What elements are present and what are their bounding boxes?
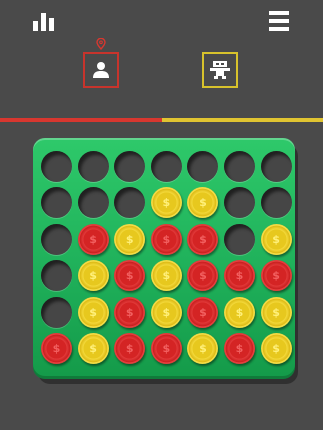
red-coin[interactable]: $ — [150, 223, 182, 255]
game-board[interactable]: $ $ $ $ $ $ $ $ $ $ $ $ $ $ $ $ $ $ $ $ $ $ $ $ $ $ — [33, 138, 295, 379]
player-human-slot — [83, 52, 119, 88]
coin-symbol: $ — [162, 342, 171, 355]
coin-symbol: $ — [89, 232, 97, 246]
yellow-coin[interactable]: $ — [77, 260, 109, 292]
yellow-coin[interactable]: $ — [260, 223, 292, 255]
empty-slot[interactable] — [41, 260, 72, 292]
empty-slot[interactable] — [224, 223, 255, 255]
empty-slot[interactable] — [224, 151, 255, 182]
coin-symbol: $ — [89, 342, 97, 355]
yellow-coin[interactable]: $ — [150, 260, 182, 292]
yellow-coin[interactable]: $ — [77, 296, 109, 328]
coin-symbol: $ — [89, 269, 97, 283]
person-icon — [93, 62, 109, 78]
coin-symbol: $ — [162, 305, 171, 319]
empty-slot[interactable] — [260, 151, 292, 182]
turn-progress-bar — [0, 118, 323, 122]
progress-yellow-segment — [161, 118, 323, 122]
coin-symbol: $ — [125, 342, 134, 355]
yellow-coin[interactable]: $ — [150, 296, 182, 328]
coin-symbol: $ — [125, 232, 134, 246]
red-coin[interactable]: $ — [260, 260, 292, 292]
red-coin[interactable]: $ — [77, 223, 109, 255]
empty-slot[interactable] — [41, 151, 72, 182]
empty-slot[interactable] — [77, 187, 109, 219]
red-coin[interactable]: $ — [114, 296, 146, 328]
coin-symbol: $ — [162, 232, 171, 246]
empty-slot[interactable] — [41, 296, 72, 328]
coin-symbol: $ — [199, 269, 207, 283]
yellow-coin[interactable]: $ — [260, 296, 292, 328]
coin-symbol: $ — [199, 196, 207, 210]
red-coin[interactable]: $ — [224, 333, 255, 364]
coin-symbol: $ — [235, 269, 244, 283]
red-coin[interactable]: $ — [187, 296, 219, 328]
coin-symbol: $ — [199, 305, 207, 319]
coin-symbol: $ — [162, 196, 171, 210]
yellow-coin[interactable]: $ — [150, 187, 182, 219]
yellow-coin[interactable]: $ — [260, 333, 292, 364]
yellow-coin[interactable]: $ — [187, 187, 219, 219]
coin-symbol: $ — [52, 342, 61, 355]
red-coin[interactable]: $ — [150, 333, 182, 364]
yellow-coin[interactable]: $ — [187, 333, 219, 364]
empty-slot[interactable] — [114, 187, 146, 219]
red-coin[interactable]: $ — [224, 260, 255, 292]
red-coin[interactable]: $ — [187, 260, 219, 292]
empty-slot[interactable] — [77, 151, 109, 182]
progress-red-segment — [0, 118, 162, 122]
coin-symbol: $ — [89, 305, 97, 319]
coin-symbol: $ — [272, 305, 280, 319]
coin-symbol: $ — [235, 342, 244, 355]
coin-symbol: $ — [199, 232, 207, 246]
red-coin[interactable]: $ — [114, 260, 146, 292]
yellow-coin[interactable]: $ — [114, 223, 146, 255]
empty-slot[interactable] — [41, 187, 72, 219]
coin-symbol: $ — [125, 269, 134, 283]
empty-slot[interactable] — [260, 187, 292, 219]
empty-slot[interactable] — [224, 187, 255, 219]
coin-symbol: $ — [272, 342, 280, 355]
empty-slot[interactable] — [150, 151, 182, 182]
bar-chart-icon[interactable] — [33, 11, 57, 31]
red-coin[interactable]: $ — [41, 333, 72, 364]
empty-slot[interactable] — [187, 151, 219, 182]
empty-slot[interactable] — [114, 151, 146, 182]
hamburger-menu-icon[interactable] — [269, 11, 289, 31]
coin-symbol: $ — [162, 269, 171, 283]
player-robot-slot — [202, 52, 238, 88]
yellow-coin[interactable]: $ — [224, 296, 255, 328]
red-coin[interactable]: $ — [114, 333, 146, 364]
coin-symbol: $ — [125, 305, 134, 319]
red-coin[interactable]: $ — [187, 223, 219, 255]
robot-icon — [210, 61, 230, 79]
yellow-coin[interactable]: $ — [77, 333, 109, 364]
location-pin-icon — [96, 38, 106, 50]
coin-symbol: $ — [272, 232, 280, 246]
coin-symbol: $ — [272, 269, 280, 283]
coin-symbol: $ — [199, 342, 207, 355]
empty-slot[interactable] — [41, 223, 72, 255]
coin-symbol: $ — [235, 305, 244, 319]
